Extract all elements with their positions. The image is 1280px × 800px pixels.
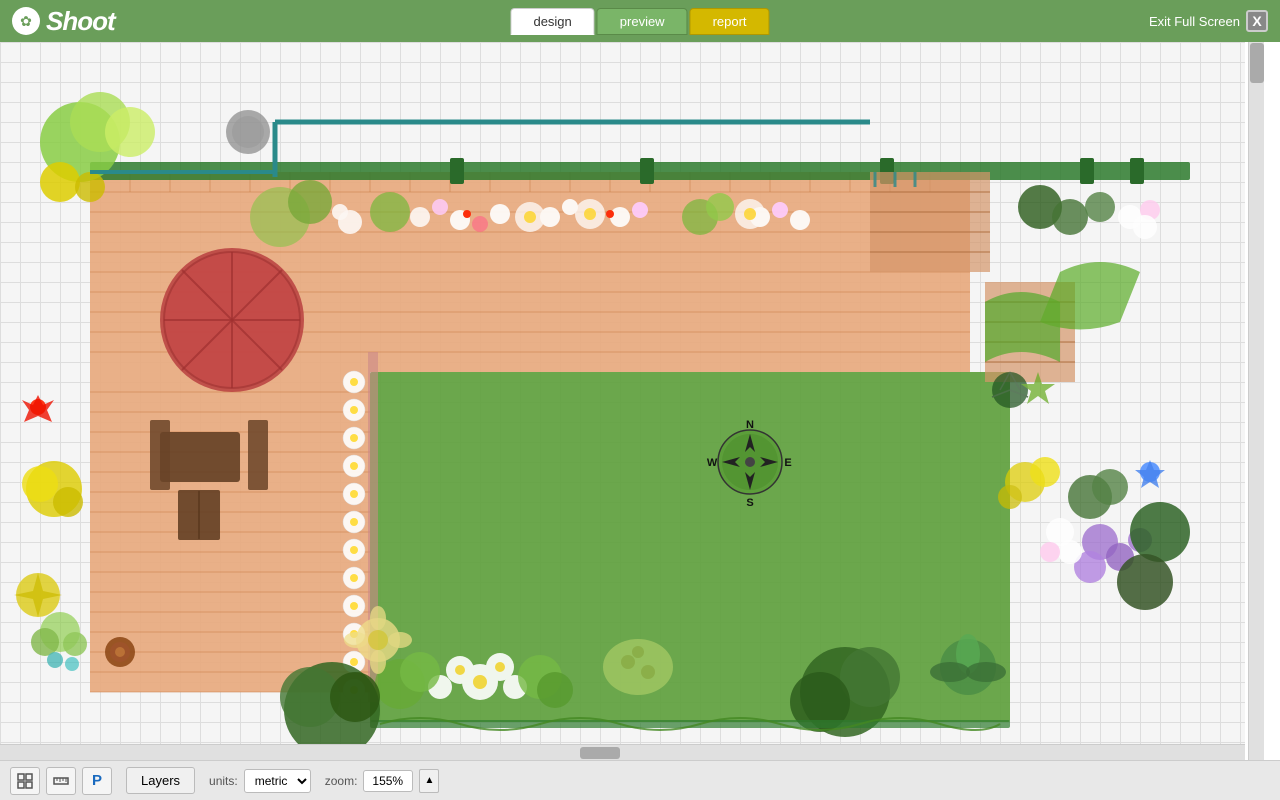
text-button[interactable]: P xyxy=(82,767,112,795)
units-label: units: xyxy=(209,774,238,788)
tabs: design preview report xyxy=(510,8,769,35)
grid-button[interactable] xyxy=(10,767,40,795)
horizontal-scrollbar-thumb[interactable] xyxy=(580,747,620,759)
ruler-button[interactable] xyxy=(46,767,76,795)
vertical-scrollbar-thumb[interactable] xyxy=(1250,43,1264,83)
svg-text:W: W xyxy=(707,457,718,469)
main-area: N S E W xyxy=(0,42,1280,800)
tab-report[interactable]: report xyxy=(690,8,770,35)
logo-icon: ✿ xyxy=(12,7,40,35)
svg-text:E: E xyxy=(784,457,791,469)
tab-design[interactable]: design xyxy=(510,8,594,35)
garden-canvas[interactable]: N S E W xyxy=(0,42,1245,760)
close-icon[interactable]: X xyxy=(1246,10,1268,32)
exit-fullscreen-button[interactable]: Exit Full Screen X xyxy=(1149,10,1268,32)
grid-icon xyxy=(17,773,33,789)
exit-fullscreen-label: Exit Full Screen xyxy=(1149,14,1240,29)
tab-preview[interactable]: preview xyxy=(597,8,688,35)
canvas-container[interactable]: N S E W xyxy=(0,42,1245,760)
bottom-toolbar: P Layers units: metric zoom: 155% ▲ xyxy=(0,760,1280,800)
units-select[interactable]: metric xyxy=(244,769,311,793)
vertical-scrollbar[interactable] xyxy=(1248,42,1264,760)
zoom-label: zoom: xyxy=(325,774,358,788)
zoom-value-display: 155% xyxy=(363,770,413,792)
zoom-up-button[interactable]: ▲ xyxy=(419,769,439,793)
svg-text:N: N xyxy=(746,419,754,431)
header: ✿ Shoot design preview report Exit Full … xyxy=(0,0,1280,42)
layers-button[interactable]: Layers xyxy=(126,767,195,794)
svg-text:S: S xyxy=(746,497,753,509)
app-title: Shoot xyxy=(46,6,115,37)
ruler-icon xyxy=(53,773,69,789)
logo-area: ✿ Shoot xyxy=(12,6,115,37)
horizontal-scrollbar[interactable] xyxy=(0,744,1245,760)
